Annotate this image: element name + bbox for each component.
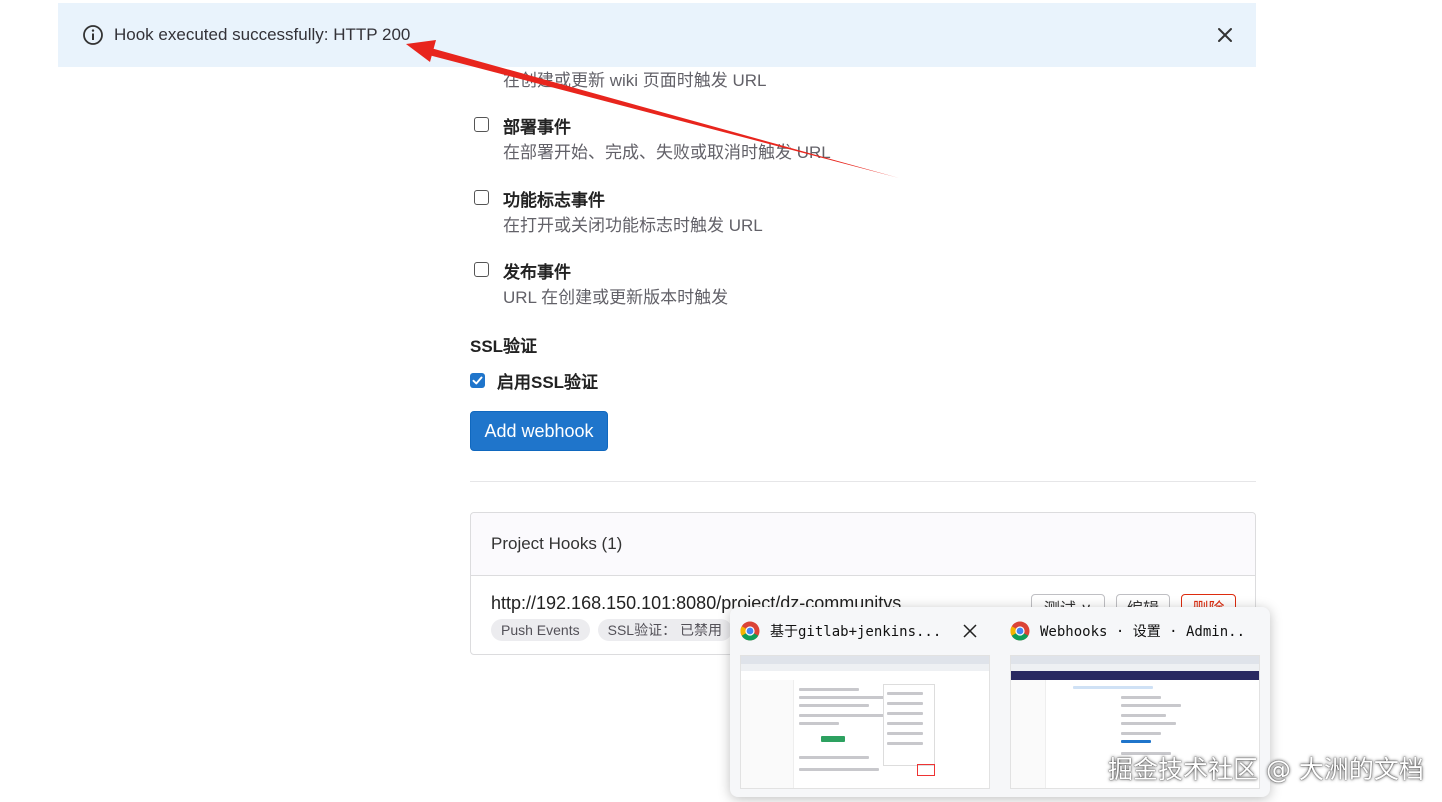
divider xyxy=(470,481,1256,482)
deployment-event-checkbox[interactable] xyxy=(474,117,489,132)
taskbar-preview-title: Webhooks · 设置 · Admin... xyxy=(1040,624,1248,640)
release-event-checkbox[interactable] xyxy=(474,262,489,277)
wiki-event-description: 在创建或更新 wiki 页面时触发 URL xyxy=(503,71,767,90)
taskbar-preview-item[interactable]: 基于gitlab+jenkins... xyxy=(730,607,990,797)
ssl-heading: SSL验证 xyxy=(470,337,538,356)
project-hooks-title: Project Hooks (1) xyxy=(471,513,1255,576)
event-description: 在打开或关闭功能标志时触发 URL xyxy=(503,216,763,235)
event-description: 在部署开始、完成、失败或取消时触发 URL xyxy=(503,143,831,162)
event-title: 部署事件 xyxy=(503,118,571,137)
close-icon[interactable] xyxy=(1214,24,1236,46)
add-webhook-button[interactable]: Add webhook xyxy=(470,411,608,451)
chrome-icon xyxy=(740,621,760,641)
watermark: 掘金技术社区 @ 大洲的文档 xyxy=(1108,755,1424,784)
push-events-badge: Push Events xyxy=(491,619,590,641)
event-description: URL 在创建或更新版本时触发 xyxy=(503,288,729,307)
flash-notification: Hook executed successfully: HTTP 200 xyxy=(58,3,1256,67)
hook-badges: Push Events SSL验证： 已禁用 xyxy=(491,619,732,641)
window-thumbnail xyxy=(740,655,990,789)
flash-message: Hook executed successfully: HTTP 200 xyxy=(114,25,411,44)
event-title: 发布事件 xyxy=(503,263,571,282)
event-title: 功能标志事件 xyxy=(503,191,605,210)
ssl-verification-option[interactable]: 启用SSL验证 xyxy=(470,368,598,393)
taskbar-preview-title: 基于gitlab+jenkins... xyxy=(770,624,942,640)
ssl-verification-checkbox[interactable] xyxy=(470,373,485,388)
close-icon[interactable] xyxy=(962,623,978,639)
ssl-badge: SSL验证： 已禁用 xyxy=(597,619,732,641)
feature-flag-event-checkbox[interactable] xyxy=(474,190,489,205)
ssl-verification-label: 启用SSL验证 xyxy=(497,373,599,392)
chrome-icon xyxy=(1010,621,1030,641)
info-icon xyxy=(82,24,104,46)
